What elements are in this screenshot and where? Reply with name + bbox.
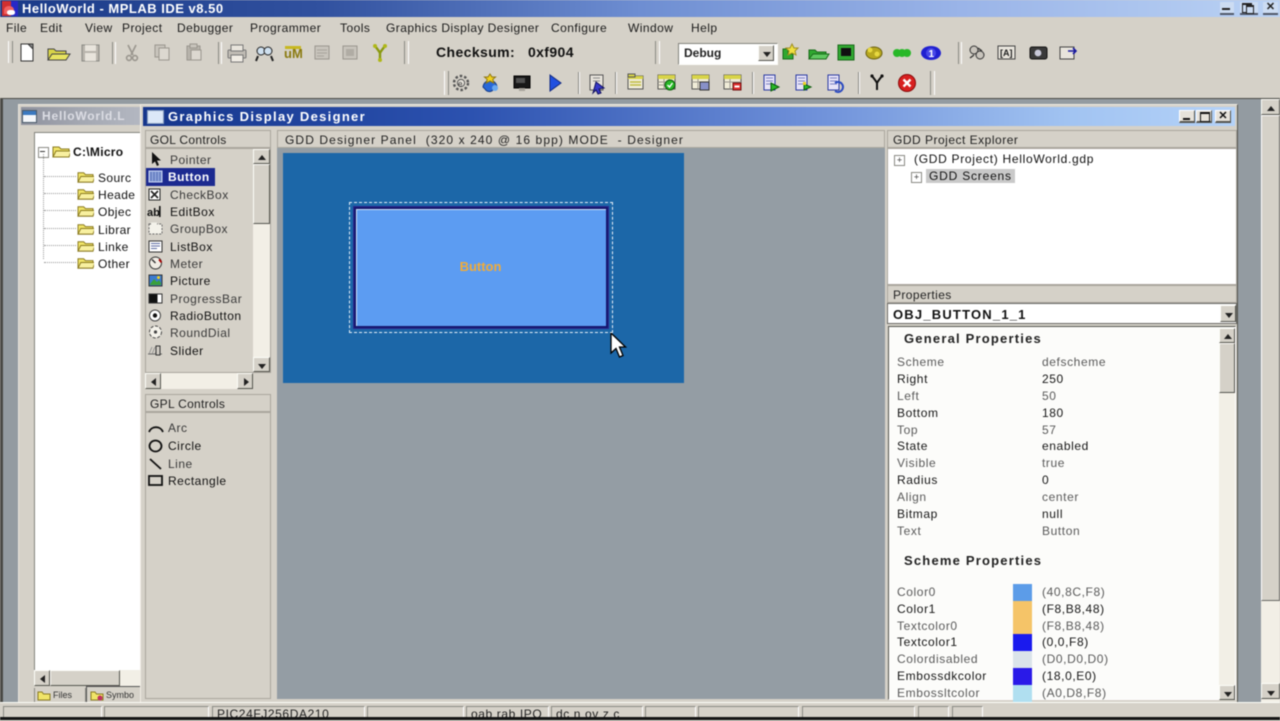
svg-text:e: e [458, 80, 463, 89]
svg-text:ab: ab [147, 207, 160, 218]
svg-text:1: 1 [929, 49, 935, 60]
svg-text:[A]: [A] [1000, 48, 1013, 58]
